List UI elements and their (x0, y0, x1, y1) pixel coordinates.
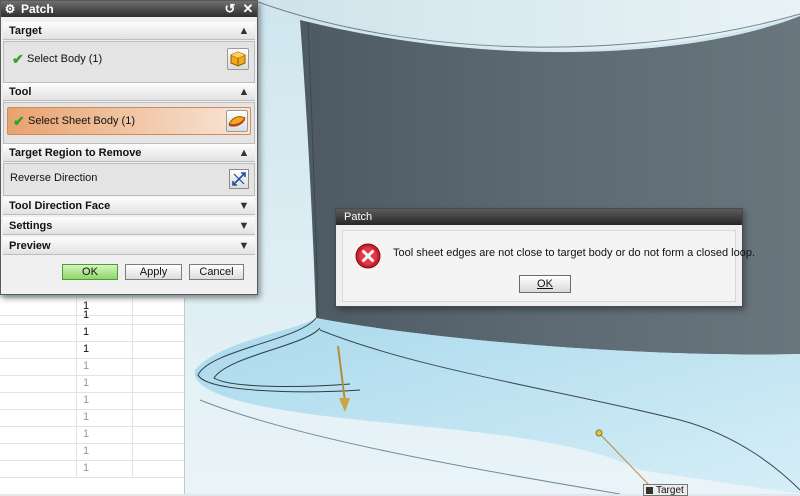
section-preview-header[interactable]: Preview ▼ (3, 237, 255, 255)
table-row: 1 (0, 426, 184, 444)
error-dialog-content: Tool sheet edges are not close to target… (342, 230, 755, 302)
gear-icon[interactable]: ⚙ (3, 1, 17, 17)
check-icon: ✔ (13, 113, 25, 129)
patch-dialog: ⚙ Patch ↺ ✕ Target ▲ ✔ Select Body (1) T… (0, 0, 258, 295)
apply-button[interactable]: Apply (125, 264, 182, 280)
reverse-direction-label: Reverse Direction (10, 172, 98, 184)
select-body-row[interactable]: ✔ Select Body (1) (7, 46, 251, 74)
section-settings-header[interactable]: Settings ▼ (3, 217, 255, 235)
table-row: 1 (0, 324, 184, 342)
data-table: 1 1 1 1 1 1 1 1 1 1 1 (0, 298, 185, 494)
select-sheet-body-row[interactable]: ✔ Select Sheet Body (1) (7, 107, 251, 135)
solid-body-icon[interactable] (227, 48, 249, 70)
table-row: 1 (0, 341, 184, 359)
table-row: 1 (0, 358, 184, 376)
chevron-up-icon: ▲ (238, 25, 250, 37)
chevron-up-icon: ▲ (238, 147, 250, 159)
check-icon: ✔ (12, 51, 24, 67)
sheet-body-icon[interactable] (226, 110, 248, 132)
patch-dialog-title: Patch (21, 2, 54, 16)
section-region-body: Reverse Direction (3, 163, 255, 196)
table-row: 1 (0, 443, 184, 461)
reverse-direction-icon[interactable] (229, 169, 249, 189)
chevron-up-icon: ▲ (238, 86, 250, 98)
error-dialog-title: Patch (344, 211, 373, 223)
table-row: 1 (0, 409, 184, 427)
target-label: Target (643, 484, 688, 496)
section-tool-header[interactable]: Tool ▲ (3, 83, 255, 101)
reset-icon[interactable]: ↺ (223, 1, 237, 17)
chevron-down-icon: ▼ (238, 200, 250, 212)
patch-dialog-titlebar[interactable]: ⚙ Patch ↺ ✕ (1, 1, 257, 17)
table-row: 1 (0, 392, 184, 410)
close-icon[interactable]: ✕ (241, 1, 255, 17)
cancel-button[interactable]: Cancel (189, 264, 244, 280)
chevron-down-icon: ▼ (238, 240, 250, 252)
table-row: 1 (0, 375, 184, 393)
chevron-down-icon: ▼ (238, 220, 250, 232)
table-row: 1 (0, 460, 184, 478)
error-dialog: Patch Tool sheet edges are not close to … (335, 208, 755, 307)
error-message: Tool sheet edges are not close to target… (393, 247, 756, 259)
section-tool-direction-face-header[interactable]: Tool Direction Face ▼ (3, 197, 255, 215)
error-ok-button[interactable]: OK (519, 275, 571, 293)
target-marker-icon (646, 487, 653, 494)
ok-button[interactable]: OK (62, 264, 118, 280)
error-icon (355, 243, 381, 269)
table-row: 1 (0, 307, 184, 325)
section-target-header[interactable]: Target ▲ (3, 22, 255, 40)
section-region-header[interactable]: Target Region to Remove ▲ (3, 144, 255, 162)
section-target-body: ✔ Select Body (1) (3, 41, 255, 83)
section-tool-body: ✔ Select Sheet Body (1) (3, 102, 255, 144)
error-dialog-titlebar[interactable]: Patch (336, 209, 742, 225)
